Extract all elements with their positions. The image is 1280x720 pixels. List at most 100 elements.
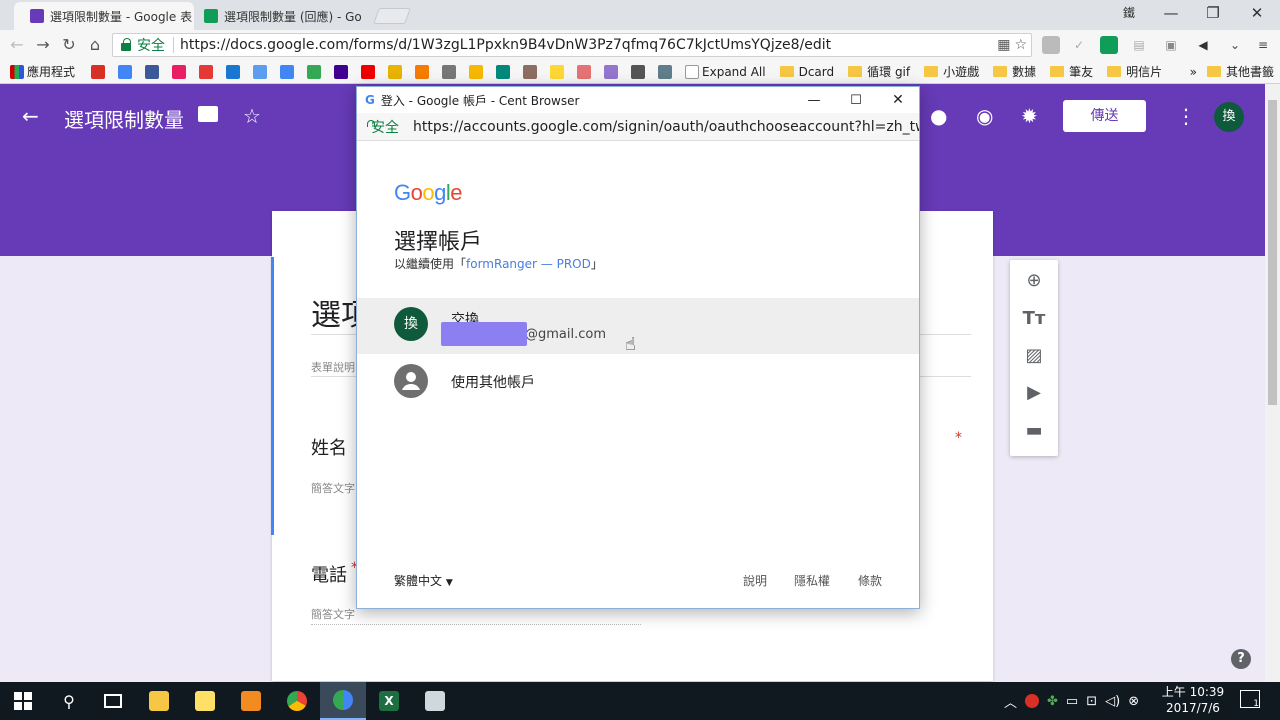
help-icon[interactable]: ? (1231, 649, 1251, 669)
maximize-button[interactable]: ☐ (835, 93, 877, 108)
bookmark-icon[interactable] (496, 64, 511, 79)
star-icon[interactable]: ☆ (243, 104, 261, 128)
form-description-field[interactable]: 表單說明 (311, 359, 355, 375)
volume-icon[interactable]: ◁) (1105, 694, 1120, 709)
new-tab-button[interactable] (373, 8, 411, 24)
bookmark-icon[interactable] (550, 64, 565, 79)
bookmark-icon[interactable] (523, 64, 538, 79)
speaker-icon[interactable]: ◀ (1194, 36, 1212, 54)
send-button[interactable]: 傳送 (1063, 100, 1146, 132)
qr-icon[interactable]: ▦ (997, 37, 1010, 53)
wikipedia-icon[interactable] (631, 64, 646, 79)
terms-link[interactable]: 條款 (858, 572, 882, 589)
system-clock[interactable]: 上午 10:39 2017/7/6 (1160, 684, 1226, 716)
bookmark-folder[interactable]: 數據 (993, 63, 1036, 80)
bookmark-icon[interactable] (604, 64, 619, 79)
tray-app-icon[interactable] (1025, 694, 1040, 708)
other-bookmarks[interactable]: 其他書籤 (1206, 63, 1274, 80)
more-vert-icon[interactable]: ⋮ (1176, 104, 1196, 128)
yahoo-icon[interactable] (334, 64, 349, 79)
translate-icon[interactable] (280, 64, 295, 79)
bookmark-icon[interactable] (577, 64, 592, 79)
notifications-icon[interactable]: 1 (1240, 690, 1260, 709)
tray-app-icon[interactable]: ✤ (1047, 694, 1058, 709)
folder-icon[interactable] (198, 106, 218, 122)
home-icon[interactable]: ⌂ (82, 30, 108, 60)
address-bar[interactable]: 安全 https://docs.google.com/forms/d/1W3zg… (112, 33, 1032, 57)
input-method-icon[interactable]: ⊗ (1128, 694, 1139, 709)
app-icon[interactable] (412, 682, 458, 720)
facebook-icon[interactable] (145, 64, 160, 79)
restore-button[interactable]: ❐ (1190, 0, 1236, 28)
minimize-button[interactable]: — (793, 93, 835, 108)
extension-icon[interactable] (1042, 36, 1060, 54)
chevron-down-icon[interactable]: ⌄ (1226, 36, 1244, 54)
battery-icon[interactable]: ▭ (1066, 694, 1078, 709)
help-link[interactable]: 說明 (743, 572, 767, 589)
forward-icon[interactable]: → (30, 30, 56, 60)
bookmark-icon[interactable] (658, 64, 673, 79)
bookmark-folder[interactable]: Dcard (779, 65, 834, 79)
bookmark-folder[interactable]: 小遊戲 (924, 63, 979, 80)
bookmark-folder[interactable]: 筆友 (1050, 63, 1093, 80)
gmail-icon[interactable] (91, 64, 106, 79)
expand-all-bookmark[interactable]: Expand All (685, 64, 766, 79)
close-popup-button[interactable]: ✕ (877, 92, 919, 108)
tab-close-icon[interactable]: ✕ (362, 8, 369, 24)
more-bookmarks-button[interactable]: » (1190, 65, 1197, 79)
add-question-icon[interactable]: ⊕ (1022, 269, 1046, 293)
mail-icon[interactable] (253, 64, 268, 79)
profile-button[interactable]: 鐵 (1106, 0, 1152, 28)
page-title[interactable]: 選項限制數量 (64, 104, 184, 133)
bookmark-icon[interactable] (388, 64, 403, 79)
chrome-icon[interactable] (274, 682, 320, 720)
add-title-icon[interactable]: Tт (1022, 307, 1046, 331)
youtube-icon[interactable] (361, 64, 376, 79)
add-image-icon[interactable]: ▨ (1022, 344, 1046, 368)
bookmark-folder[interactable]: 明信片 (1107, 63, 1162, 80)
question-title[interactable]: 電話 (311, 561, 347, 587)
maps-icon[interactable] (307, 64, 322, 79)
bookmark-icon[interactable] (415, 64, 430, 79)
bookmark-icon[interactable] (226, 64, 241, 79)
media-player-icon[interactable] (228, 682, 274, 720)
windows-start-icon[interactable] (0, 682, 46, 720)
popup-address-bar[interactable]: 安全 https://accounts.google.com/signin/oa… (357, 113, 919, 141)
settings-gear-icon[interactable]: ✹ (1021, 104, 1038, 128)
use-another-account-row[interactable] (357, 354, 919, 410)
menu-icon[interactable]: ≡ (1254, 36, 1272, 54)
extension-icon[interactable] (1100, 36, 1118, 54)
language-selector[interactable]: 繁體中文 ▼ (394, 572, 453, 589)
extension-icon[interactable]: ▤ (1130, 36, 1148, 54)
bookmark-icon[interactable] (469, 64, 484, 79)
file-explorer-icon[interactable] (136, 682, 182, 720)
google-icon[interactable] (118, 64, 133, 79)
avatar[interactable]: 換 (1214, 102, 1244, 132)
app-name-link[interactable]: formRanger — PROD (466, 257, 591, 271)
add-section-icon[interactable]: ▬ (1022, 419, 1046, 443)
task-view-icon[interactable] (90, 682, 136, 720)
question-title[interactable]: 姓名 (311, 434, 347, 460)
close-window-button[interactable]: ✕ (1234, 0, 1280, 28)
cent-browser-icon[interactable] (320, 682, 366, 720)
tab-forms-responses[interactable]: 選項限制數量 (回應) - Go ✕ (188, 2, 368, 30)
chevron-up-icon[interactable]: ︿ (1004, 692, 1017, 711)
bookmark-star-icon[interactable]: ☆ (1014, 37, 1027, 53)
check-extension-icon[interactable]: ✓ (1070, 36, 1088, 54)
bookmark-icon[interactable] (172, 64, 187, 79)
back-arrow-icon[interactable]: ← (22, 104, 39, 128)
palette-icon[interactable]: ● (930, 104, 947, 128)
scrollbar-thumb[interactable] (1268, 100, 1277, 405)
apps-bookmark[interactable]: 應用程式 (10, 63, 75, 80)
bookmark-icon[interactable] (442, 64, 457, 79)
sticky-notes-icon[interactable] (182, 682, 228, 720)
network-icon[interactable]: ⊡ (1086, 694, 1097, 709)
reload-icon[interactable]: ↻ (56, 30, 82, 60)
privacy-link[interactable]: 隱私權 (794, 572, 830, 589)
flipboard-icon[interactable] (199, 64, 214, 79)
preview-eye-icon[interactable]: ◉ (976, 104, 993, 128)
back-icon[interactable]: ← (4, 30, 30, 60)
minimize-button[interactable]: — (1148, 0, 1194, 28)
search-icon[interactable]: ⚲ (46, 682, 92, 720)
bookmark-folder[interactable]: 循環 gif (848, 63, 910, 80)
